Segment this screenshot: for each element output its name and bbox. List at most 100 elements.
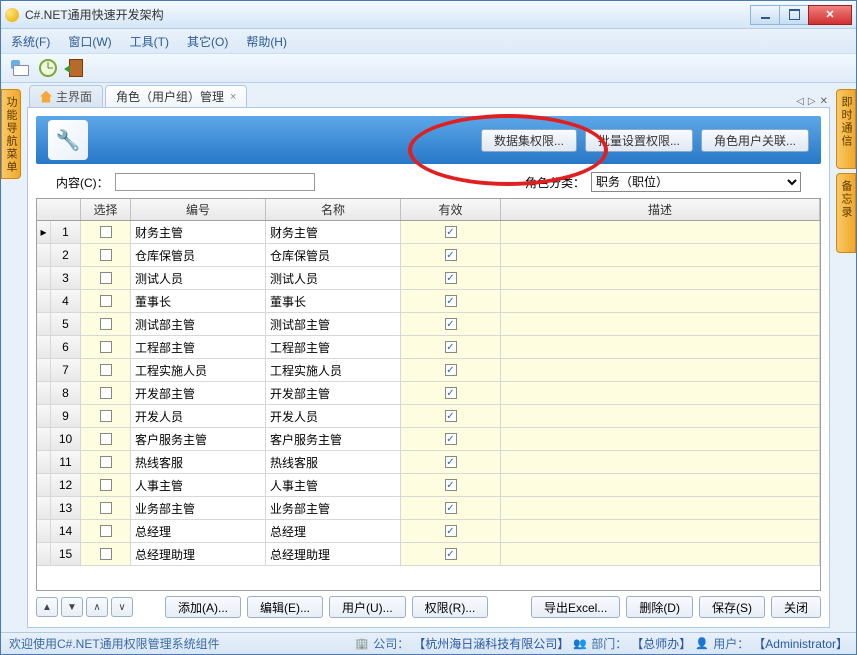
valid-cell[interactable]: ✓ — [401, 405, 501, 427]
select-cell[interactable] — [81, 497, 131, 519]
table-row[interactable]: 12人事主管人事主管✓ — [37, 474, 820, 497]
select-cell[interactable] — [81, 221, 131, 243]
valid-cell[interactable]: ✓ — [401, 382, 501, 404]
checkbox-icon[interactable] — [100, 226, 112, 238]
role-user-link-button[interactable]: 角色用户关联... — [701, 129, 809, 152]
col-select[interactable]: 选择 — [81, 199, 131, 220]
menu-system[interactable]: 系统(F) — [11, 33, 50, 50]
table-row[interactable]: 8开发部主管开发部主管✓ — [37, 382, 820, 405]
right-tab-im[interactable]: 即时通信 — [836, 89, 856, 169]
valid-cell[interactable]: ✓ — [401, 359, 501, 381]
valid-cell[interactable]: ✓ — [401, 313, 501, 335]
edit-button[interactable]: 编辑(E)... — [247, 596, 323, 618]
select-cell[interactable] — [81, 451, 131, 473]
table-row[interactable]: 10客户服务主管客户服务主管✓ — [37, 428, 820, 451]
tab-close-icon[interactable]: × — [230, 91, 236, 103]
valid-cell[interactable]: ✓ — [401, 497, 501, 519]
valid-cell[interactable]: ✓ — [401, 244, 501, 266]
table-row[interactable]: 9开发人员开发人员✓ — [37, 405, 820, 428]
maximize-button[interactable] — [779, 5, 809, 25]
save-button[interactable]: 保存(S) — [699, 596, 765, 618]
checkbox-icon[interactable] — [100, 410, 112, 422]
checkbox-icon[interactable] — [100, 502, 112, 514]
table-row[interactable]: 15总经理助理总经理助理✓ — [37, 543, 820, 566]
checkbox-icon[interactable] — [100, 272, 112, 284]
col-valid[interactable]: 有效 — [401, 199, 501, 220]
select-cell[interactable] — [81, 290, 131, 312]
permission-button[interactable]: 权限(R)... — [412, 596, 489, 618]
next-button[interactable]: ∨ — [111, 597, 133, 617]
checkbox-checked-icon[interactable]: ✓ — [445, 479, 457, 491]
user-link[interactable]: 【Administrator】 — [753, 635, 848, 652]
history-icon[interactable] — [37, 57, 59, 79]
valid-cell[interactable]: ✓ — [401, 451, 501, 473]
minimize-button[interactable] — [750, 5, 780, 25]
table-row[interactable]: 7工程实施人员工程实施人员✓ — [37, 359, 820, 382]
checkbox-icon[interactable] — [100, 525, 112, 537]
menu-other[interactable]: 其它(O) — [187, 33, 228, 50]
checkbox-checked-icon[interactable]: ✓ — [445, 226, 457, 238]
database-icon[interactable] — [9, 57, 31, 79]
exit-icon[interactable] — [65, 57, 87, 79]
checkbox-checked-icon[interactable]: ✓ — [445, 387, 457, 399]
checkbox-checked-icon[interactable]: ✓ — [445, 295, 457, 307]
col-code[interactable]: 编号 — [131, 199, 266, 220]
menu-tool[interactable]: 工具(T) — [130, 33, 169, 50]
table-row[interactable]: 4董事长董事长✓ — [37, 290, 820, 313]
checkbox-icon[interactable] — [100, 548, 112, 560]
table-row[interactable]: 13业务部主管业务部主管✓ — [37, 497, 820, 520]
export-excel-button[interactable]: 导出Excel... — [531, 596, 620, 618]
col-name[interactable]: 名称 — [266, 199, 401, 220]
checkbox-checked-icon[interactable]: ✓ — [445, 272, 457, 284]
tab-role-management[interactable]: 角色（用户组）管理 × — [105, 85, 247, 107]
right-tab-memo[interactable]: 备忘录 — [836, 173, 856, 253]
checkbox-checked-icon[interactable]: ✓ — [445, 249, 457, 261]
table-row[interactable]: 6工程部主管工程部主管✓ — [37, 336, 820, 359]
valid-cell[interactable]: ✓ — [401, 474, 501, 496]
checkbox-checked-icon[interactable]: ✓ — [445, 548, 457, 560]
checkbox-checked-icon[interactable]: ✓ — [445, 318, 457, 330]
checkbox-checked-icon[interactable]: ✓ — [445, 525, 457, 537]
checkbox-icon[interactable] — [100, 387, 112, 399]
checkbox-icon[interactable] — [100, 479, 112, 491]
valid-cell[interactable]: ✓ — [401, 336, 501, 358]
grid-body[interactable]: ▸1财务主管财务主管✓2仓库保管员仓库保管员✓3测试人员测试人员✓4董事长董事长… — [37, 221, 820, 590]
close-button[interactable] — [808, 5, 852, 25]
left-sidebar-tab[interactable]: 功能导航菜单 — [1, 89, 21, 179]
delete-button[interactable]: 删除(D) — [626, 596, 693, 618]
add-button[interactable]: 添加(A)... — [165, 596, 241, 618]
tab-next-icon[interactable]: ▷ — [808, 96, 816, 107]
select-cell[interactable] — [81, 428, 131, 450]
valid-cell[interactable]: ✓ — [401, 520, 501, 542]
valid-cell[interactable]: ✓ — [401, 267, 501, 289]
checkbox-checked-icon[interactable]: ✓ — [445, 364, 457, 376]
select-cell[interactable] — [81, 520, 131, 542]
first-button[interactable]: ▲ — [36, 597, 58, 617]
content-input[interactable] — [115, 173, 315, 191]
select-cell[interactable] — [81, 267, 131, 289]
prev-button[interactable]: ∧ — [86, 597, 108, 617]
select-cell[interactable] — [81, 474, 131, 496]
select-cell[interactable] — [81, 244, 131, 266]
table-row[interactable]: 2仓库保管员仓库保管员✓ — [37, 244, 820, 267]
select-cell[interactable] — [81, 359, 131, 381]
menu-window[interactable]: 窗口(W) — [68, 33, 111, 50]
select-cell[interactable] — [81, 382, 131, 404]
col-desc[interactable]: 描述 — [501, 199, 820, 220]
table-row[interactable]: 14总经理总经理✓ — [37, 520, 820, 543]
dataset-permission-button[interactable]: 数据集权限... — [481, 129, 577, 152]
select-cell[interactable] — [81, 336, 131, 358]
valid-cell[interactable]: ✓ — [401, 543, 501, 565]
company-link[interactable]: 【杭州海日涵科技有限公司】 — [413, 635, 569, 652]
valid-cell[interactable]: ✓ — [401, 428, 501, 450]
table-row[interactable]: 11热线客服热线客服✓ — [37, 451, 820, 474]
checkbox-icon[interactable] — [100, 456, 112, 468]
close-panel-button[interactable]: 关闭 — [771, 596, 821, 618]
select-cell[interactable] — [81, 313, 131, 335]
checkbox-icon[interactable] — [100, 295, 112, 307]
checkbox-icon[interactable] — [100, 364, 112, 376]
checkbox-icon[interactable] — [100, 433, 112, 445]
select-cell[interactable] — [81, 405, 131, 427]
valid-cell[interactable]: ✓ — [401, 290, 501, 312]
tab-prev-icon[interactable]: ◁ — [796, 96, 804, 107]
